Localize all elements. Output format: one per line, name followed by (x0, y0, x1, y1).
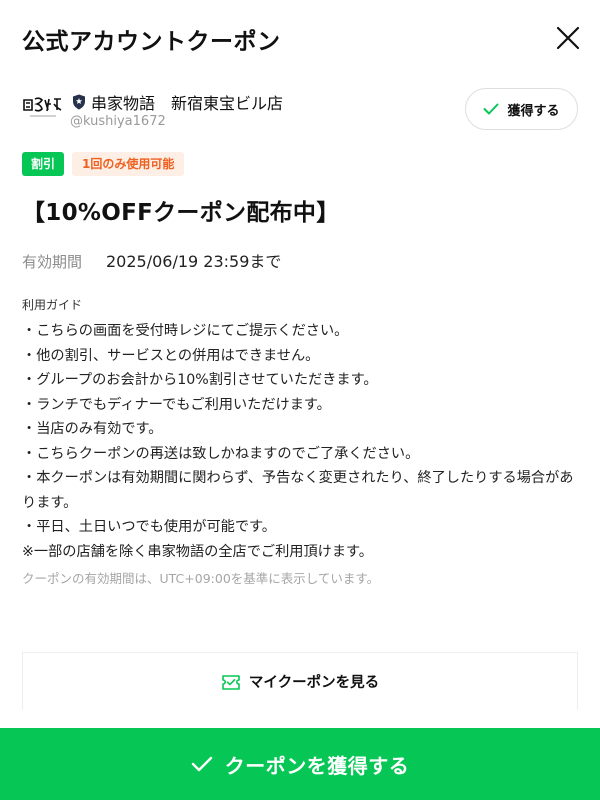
my-coupons-button[interactable]: マイクーポンを見る (22, 652, 578, 710)
guide-line: ・こちらの画面を受付時レジにてご提示ください。 (22, 323, 349, 339)
usage-limit-tag: 1回のみ使用可能 (72, 152, 185, 176)
guide-line: ※一部の店舗を除く串家物語の全店でご利用頂けます。 (22, 543, 373, 560)
shop-logo[interactable] (22, 94, 64, 120)
header-bar: 公式アカウントクーポン (0, 0, 600, 80)
guide-line: ・本クーポンは有効期間に関わらず、予告なく変更されたり、終了したりする場合があり… (22, 470, 574, 511)
usage-guide-label: 利用ガイド (22, 298, 83, 312)
get-coupon-button[interactable]: クーポンを獲得する (0, 728, 600, 800)
my-coupons-label: マイクーポンを見る (248, 675, 380, 691)
get-coupon-label: クーポンを獲得する (224, 753, 410, 778)
validity-row: 有効期間 2025/06/19 23:59まで (22, 248, 281, 272)
shop-handle: @kushiya1672 (70, 114, 166, 129)
timezone-note: クーポンの有効期間は、UTC+09:00を基準に表示しています。 (22, 571, 380, 586)
validity-value: 2025/06/19 23:59まで (106, 252, 282, 271)
close-icon (556, 26, 580, 50)
close-button[interactable] (550, 20, 586, 56)
check-icon (191, 756, 212, 772)
guide-line: ・平日、土日いつでも使用が可能です。 (22, 519, 276, 535)
coupon-tags: 割引 1回のみ使用可能 (22, 152, 185, 176)
discount-tag: 割引 (22, 152, 65, 176)
usage-guide: 利用ガイド ・こちらの画面を受付時レジにてご提示ください。 ・他の割引、サービス… (22, 296, 582, 587)
ticket-icon (222, 674, 240, 690)
shield-badge-icon (73, 94, 85, 110)
coupon-title: 【10%OFFクーポン配布中】 (22, 200, 340, 226)
check-icon (483, 103, 499, 115)
guide-line: ・こちらクーポンの再送は致しかねますのでご了承ください。 (22, 445, 420, 462)
shop-name-row: 串家物語 新宿東宝ビル店 (72, 90, 283, 114)
validity-label: 有効期間 (22, 253, 83, 271)
page-title: 公式アカウントクーポン (22, 29, 281, 55)
guide-line: ・ランチでもディナーでもご利用いただけます。 (22, 396, 331, 413)
guide-line: ・他の割引、サービスとの併用はできません。 (22, 347, 320, 364)
acquire-small-label: 獲得する (507, 103, 560, 119)
shop-name[interactable]: 串家物語 新宿東宝ビル店 (91, 90, 283, 114)
guide-line: ・グループのお会計から10%割引させていただきます。 (22, 372, 378, 388)
guide-line: ・当店のみ有効です。 (22, 421, 163, 437)
acquire-small-button[interactable]: 獲得する (465, 88, 578, 130)
